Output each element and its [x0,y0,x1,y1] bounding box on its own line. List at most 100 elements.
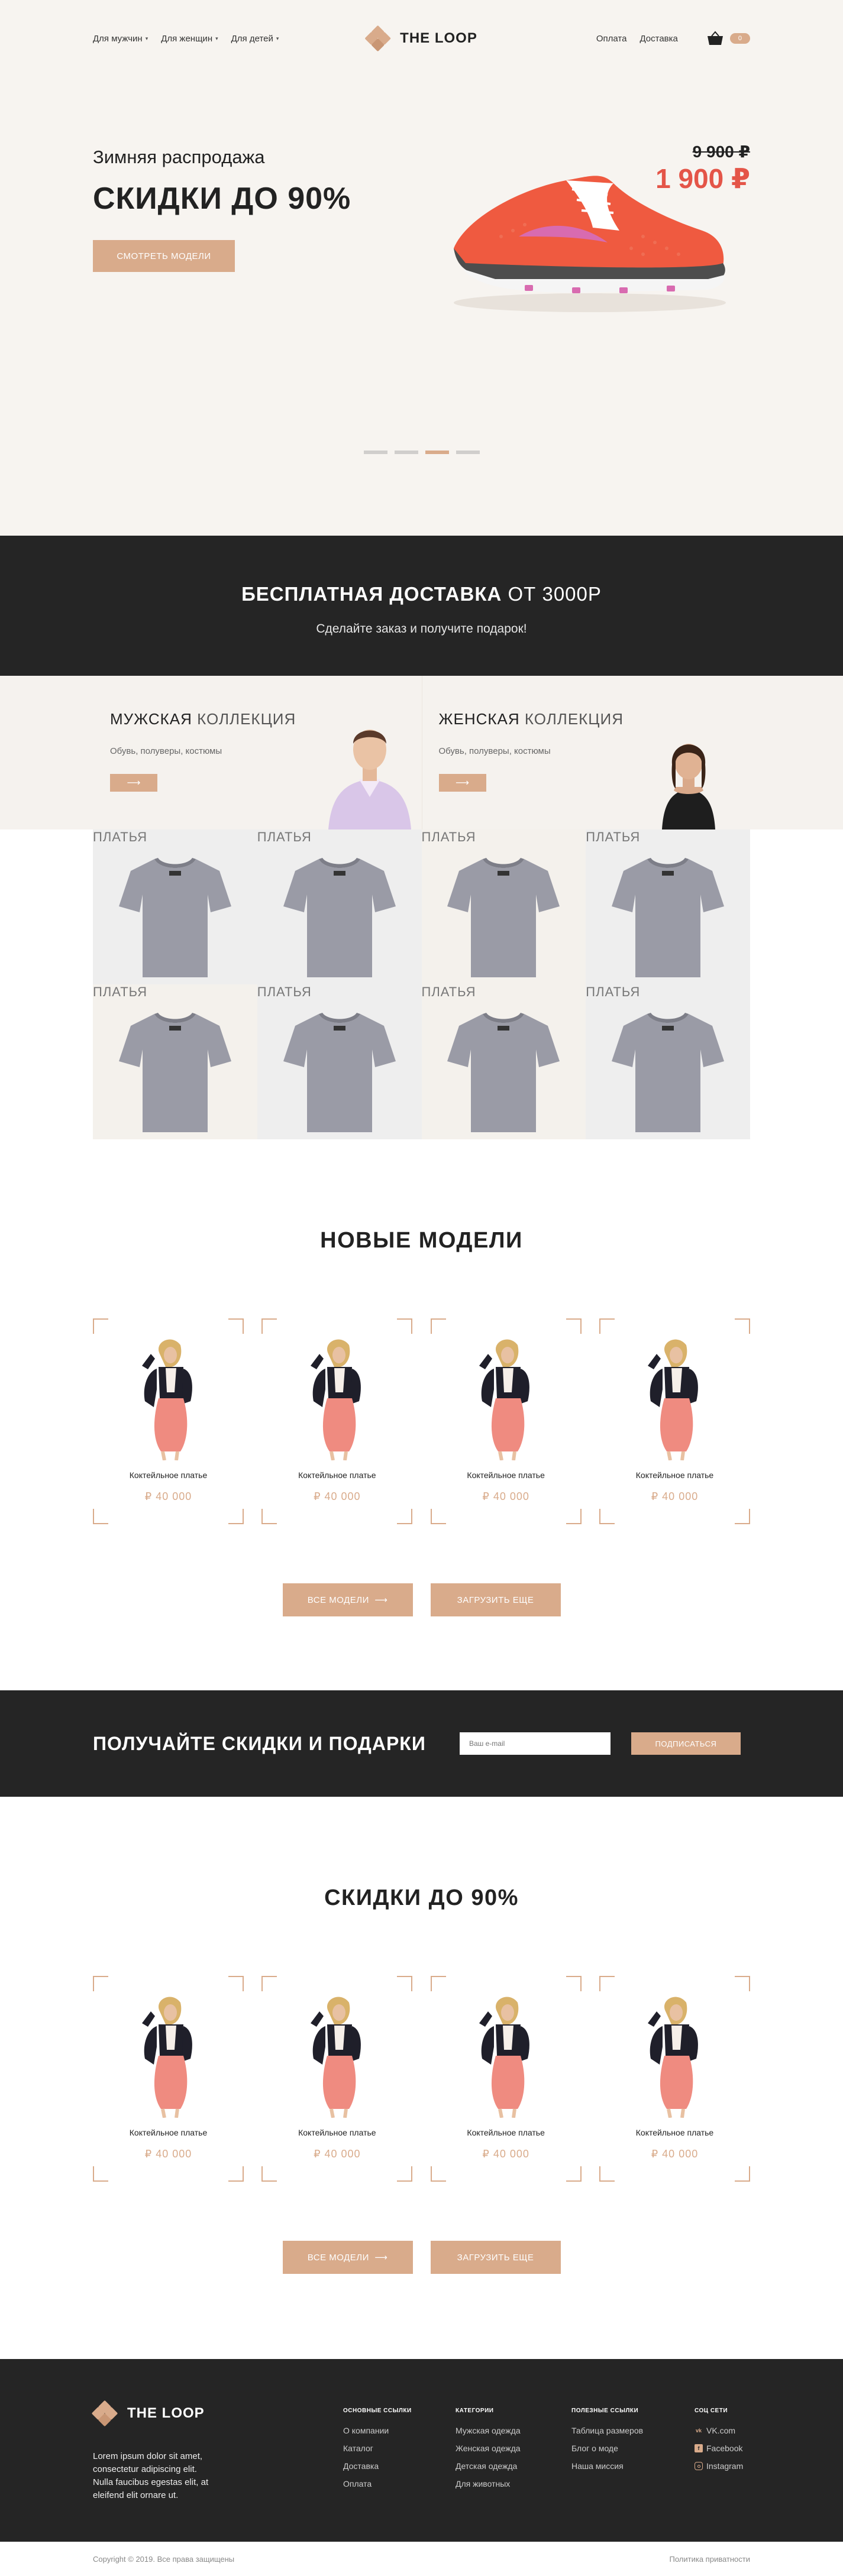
logo-icon [366,27,389,50]
slider-dot[interactable] [364,451,387,454]
subscribe-button[interactable]: ПОДПИСАТЬСЯ [631,1732,741,1755]
logo-text: THE LOOP [400,30,477,47]
footer-link-women[interactable]: Женская одежда [456,2444,521,2453]
footer-logo-link[interactable]: THE LOOP [93,2402,343,2425]
women-collection[interactable]: ЖЕНСКАЯ КОЛЛЕКЦИЯ Обувь, полуверы, костю… [422,676,843,829]
social-link-vk[interactable]: VK.com [706,2426,735,2435]
delivery-title: БЕСПЛАТНАЯ ДОСТАВКА ОТ 3000Р [0,583,843,605]
men-collection-button[interactable]: ⟶ [110,774,157,792]
footer-link-catalog[interactable]: Каталог [343,2444,373,2453]
tshirt-image [447,853,560,977]
dress-model-image [293,1988,382,2118]
product-cards: Коктейльное платье ₽ 40 000 Коктейльное … [93,1318,750,1524]
load-more-button[interactable]: ЗАГРУЗИТЬ ЕЩЕ [431,2241,561,2274]
category-tile[interactable]: ПЛАТЬЯ [93,984,257,1139]
tshirt-image [612,1008,724,1132]
product-price: ₽ 40 000 [431,2148,582,2160]
dress-model-image [293,1330,382,1460]
logo-link[interactable]: THE LOOP [366,27,477,50]
collections-section: МУЖСКАЯ КОЛЛЕКЦИЯ Обувь, полуверы, костю… [0,676,843,829]
product-price: ₽ 40 000 [599,1490,750,1503]
product-card[interactable]: Коктейльное платье ₽ 40 000 [93,1318,244,1524]
arrow-right-icon: ⟶ [374,1595,387,1605]
old-price: 9 900 ₽ [693,142,750,161]
product-name: Коктейльное платье [431,2128,582,2137]
info-menu: Оплата Доставка 0 [596,31,750,46]
category-tile[interactable]: ПЛАТЬЯ [422,829,586,984]
category-tile[interactable]: ПЛАТЬЯ [586,829,750,984]
product-name: Коктейльное платье [261,1470,412,1480]
new-price: 1 900 ₽ [655,163,750,195]
category-menu: Для мужчин▾ Для женщин▾ Для детей▾ [93,34,279,44]
category-tile[interactable]: ПЛАТЬЯ [93,829,257,984]
footer-column-title: КАТЕГОРИИ [456,2407,571,2414]
women-collection-title: ЖЕНСКАЯ КОЛЛЕКЦИЯ [439,710,624,728]
product-card[interactable]: Коктейльное платье ₽ 40 000 [599,1976,750,2182]
product-name: Коктейльное платье [431,1470,582,1480]
all-models-button[interactable]: ВСЕ МОДЕЛИ ⟶ [283,2241,413,2274]
product-card[interactable]: Коктейльное платье ₽ 40 000 [431,1976,582,2182]
nav-payment[interactable]: Оплата [596,34,627,44]
product-name: Коктейльное платье [93,2128,244,2137]
logo-text: THE LOOP [127,2405,205,2422]
sale-section: СКИДКИ ДО 90% Коктейльное платье ₽ 40 00… [0,1797,843,2359]
delivery-subtitle: Сделайте заказ и получите подарок! [0,622,843,636]
category-tile[interactable]: ПЛАТЬЯ [422,984,586,1139]
men-collection-title: МУЖСКАЯ КОЛЛЕКЦИЯ [110,710,296,728]
footer-link-mission[interactable]: Наша миссия [571,2461,624,2471]
footer-link-blog[interactable]: Блог о моде [571,2444,618,2453]
all-models-button[interactable]: ВСЕ МОДЕЛИ ⟶ [283,1583,413,1616]
privacy-policy-link[interactable]: Политика приватности [670,2555,750,2564]
new-models-title: НОВЫЕ МОДЕЛИ [93,1228,750,1253]
product-card[interactable]: Коктейльное платье ₽ 40 000 [261,1318,412,1524]
category-tile[interactable]: ПЛАТЬЯ [586,984,750,1139]
footer-link-about[interactable]: О компании [343,2426,389,2435]
arrow-right-icon: ⟶ [374,2252,387,2263]
email-field[interactable] [460,1732,611,1755]
load-more-button[interactable]: ЗАГРУЗИТЬ ЕЩЕ [431,1583,561,1616]
product-name: Коктейльное платье [599,2128,750,2137]
footer-link-pets[interactable]: Для животных [456,2479,510,2488]
nav-men[interactable]: Для мужчин▾ [93,34,148,44]
nav-women[interactable]: Для женщин▾ [161,34,218,44]
cart-button[interactable]: 0 [706,31,750,46]
cart-icon [706,31,724,46]
footer-link-kids[interactable]: Детская одежда [456,2461,517,2471]
slider-dot[interactable] [456,451,480,454]
social-link-facebook[interactable]: Facebook [706,2444,742,2453]
hero-section: Для мужчин▾ Для женщин▾ Для детей▾ THE L… [0,0,843,536]
subscribe-title: ПОЛУЧАЙТЕ СКИДКИ И ПОДАРКИ [93,1733,460,1755]
footer-link-men[interactable]: Мужская одежда [456,2426,521,2435]
category-tile[interactable]: ПЛАТЬЯ [257,984,422,1139]
tshirt-image [119,1008,231,1132]
nav-delivery[interactable]: Доставка [639,34,677,44]
delivery-banner: БЕСПЛАТНАЯ ДОСТАВКА ОТ 3000Р Сделайте за… [0,536,843,676]
vk-icon: vk [695,2426,703,2435]
copyright-bar: Copyright © 2019. Все права защищены Пол… [0,2542,843,2576]
category-tile[interactable]: ПЛАТЬЯ [257,829,422,984]
slider-dot[interactable] [395,451,418,454]
subscribe-section: ПОЛУЧАЙТЕ СКИДКИ И ПОДАРКИ ПОДПИСАТЬСЯ [0,1690,843,1797]
nav-kids[interactable]: Для детей▾ [231,34,279,44]
product-card[interactable]: Коктейльное платье ₽ 40 000 [93,1976,244,2182]
slider-dot-active[interactable] [425,451,449,454]
product-price: ₽ 40 000 [261,1490,412,1503]
footer-link-delivery[interactable]: Доставка [343,2461,379,2471]
product-name: Коктейльное платье [599,1470,750,1480]
chevron-down-icon: ▾ [276,35,279,42]
footer-link-payment[interactable]: Оплата [343,2479,372,2488]
product-price: ₽ 40 000 [93,2148,244,2160]
product-card[interactable]: Коктейльное платье ₽ 40 000 [431,1318,582,1524]
footer-column-useful-links: ПОЛЕЗНЫЕ ССЫЛКИ Таблица размеров Блог о … [571,2402,695,2502]
view-models-button[interactable]: СМОТРЕТЬ МОДЕЛИ [93,240,235,272]
product-card[interactable]: Коктейльное платье ₽ 40 000 [261,1976,412,2182]
product-card[interactable]: Коктейльное платье ₽ 40 000 [599,1318,750,1524]
footer-link-size-chart[interactable]: Таблица размеров [571,2426,643,2435]
women-collection-button[interactable]: ⟶ [439,774,486,792]
product-price: ₽ 40 000 [93,1490,244,1503]
new-models-actions: ВСЕ МОДЕЛИ ⟶ ЗАГРУЗИТЬ ЕЩЕ [93,1583,750,1616]
dress-model-image [461,1988,550,2118]
social-link-instagram[interactable]: Instagram [706,2461,743,2471]
cart-count-badge: 0 [730,33,750,44]
men-collection[interactable]: МУЖСКАЯ КОЛЛЕКЦИЯ Обувь, полуверы, костю… [0,676,422,829]
